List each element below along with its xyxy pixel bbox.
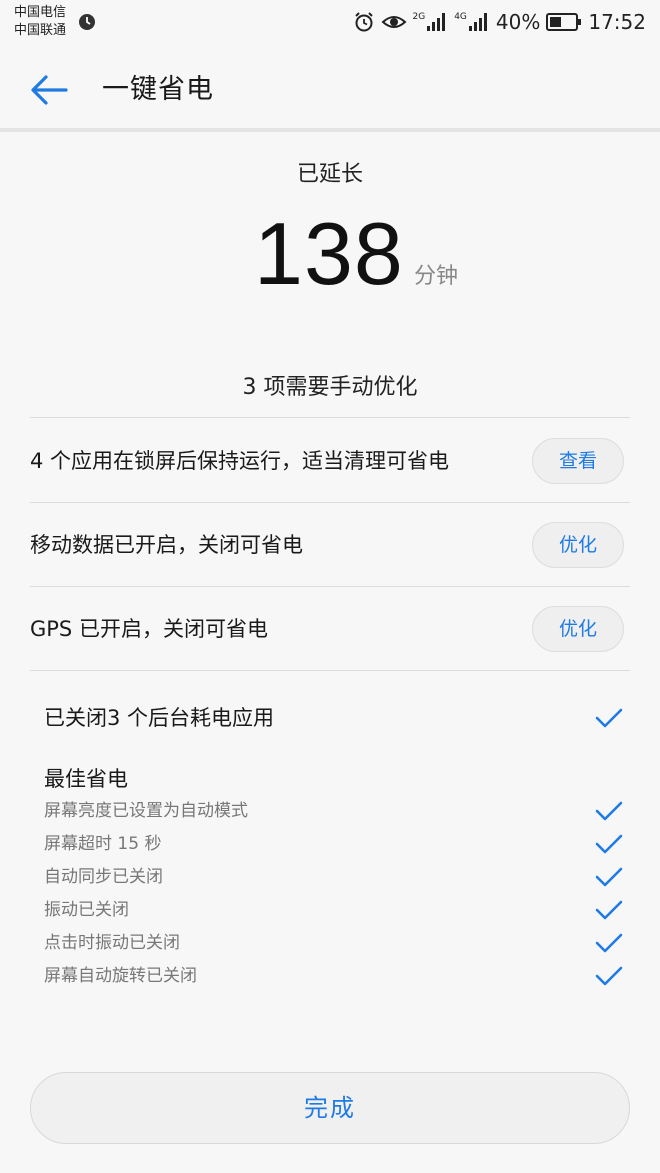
carrier-1: 中国电信: [14, 5, 67, 20]
best-saving-item: 屏幕自动旋转已关闭: [44, 966, 197, 986]
carrier-info: 中国电信 中国联通: [14, 4, 66, 40]
battery-percent: 40%: [495, 10, 541, 34]
signal-bars-icon: [468, 13, 487, 31]
best-saving-title: 最佳省电: [44, 767, 128, 791]
divider: [30, 417, 630, 418]
manual-item-gps-text: GPS 已开启，关闭可省电: [30, 617, 268, 641]
check-icon: [595, 834, 623, 854]
check-icon: [595, 867, 623, 887]
divider: [30, 586, 630, 587]
check-icon: [595, 933, 623, 953]
battery-icon: [546, 13, 582, 31]
view-apps-button[interactable]: 查看: [532, 438, 624, 484]
check-icon: [595, 708, 623, 728]
signal-bars-icon: [427, 13, 446, 31]
signal-1-icon: 2G: [413, 12, 449, 32]
done-button[interactable]: 完成: [30, 1072, 630, 1144]
manual-item-apps-text: 4 个应用在锁屏后保持运行，适当清理可省电: [30, 449, 450, 473]
optimize-gps-button[interactable]: 优化: [532, 606, 624, 652]
best-saving-item: 振动已关闭: [44, 900, 129, 920]
header-divider: [0, 128, 660, 132]
best-saving-item: 屏幕亮度已设置为自动模式: [44, 801, 248, 821]
check-icon: [595, 900, 623, 920]
divider: [30, 502, 630, 503]
status-time: 17:52: [588, 10, 646, 34]
arrow-left-icon: [31, 75, 68, 105]
status-bar: 中国电信 中国联通 2G 4G 40% 17:52: [0, 0, 660, 46]
extended-label: 已延长: [296, 162, 363, 187]
best-saving-item: 点击时振动已关闭: [44, 933, 180, 953]
manual-item-mobile-data-text: 移动数据已开启，关闭可省电: [30, 533, 303, 557]
app-header: 一键省电: [0, 52, 660, 128]
status-icons: 2G 4G 40% 17:52: [353, 8, 646, 36]
optimize-mobile-data-button[interactable]: 优化: [532, 522, 624, 568]
check-icon: [595, 966, 623, 986]
page-title: 一键省电: [102, 74, 214, 105]
extended-minutes: 138: [254, 204, 404, 303]
minutes-unit: 分钟: [414, 264, 459, 289]
best-saving-item: 屏幕超时 15 秒: [44, 834, 162, 854]
divider: [30, 670, 630, 671]
check-icon: [595, 801, 623, 821]
best-saving-item: 自动同步已关闭: [44, 867, 163, 887]
closed-background-apps-text: 已关闭3 个后台耗电应用: [44, 706, 275, 730]
back-button[interactable]: [26, 70, 74, 110]
signal-2-icon: 4G: [454, 12, 490, 32]
power-saving-screen: 中国电信 中国联通 2G 4G 40% 17:52 一键省电 已延长 138 分…: [0, 0, 660, 1173]
network-1-label: 2G: [412, 12, 426, 22]
carrier-2: 中国联通: [14, 23, 67, 38]
eye-comfort-icon: [381, 16, 406, 28]
network-2-label: 4G: [454, 12, 467, 22]
alarm-icon: [79, 14, 95, 30]
manual-optimize-count: 3 项需要手动优化: [242, 375, 418, 400]
alarm-clock-icon: [354, 12, 373, 32]
